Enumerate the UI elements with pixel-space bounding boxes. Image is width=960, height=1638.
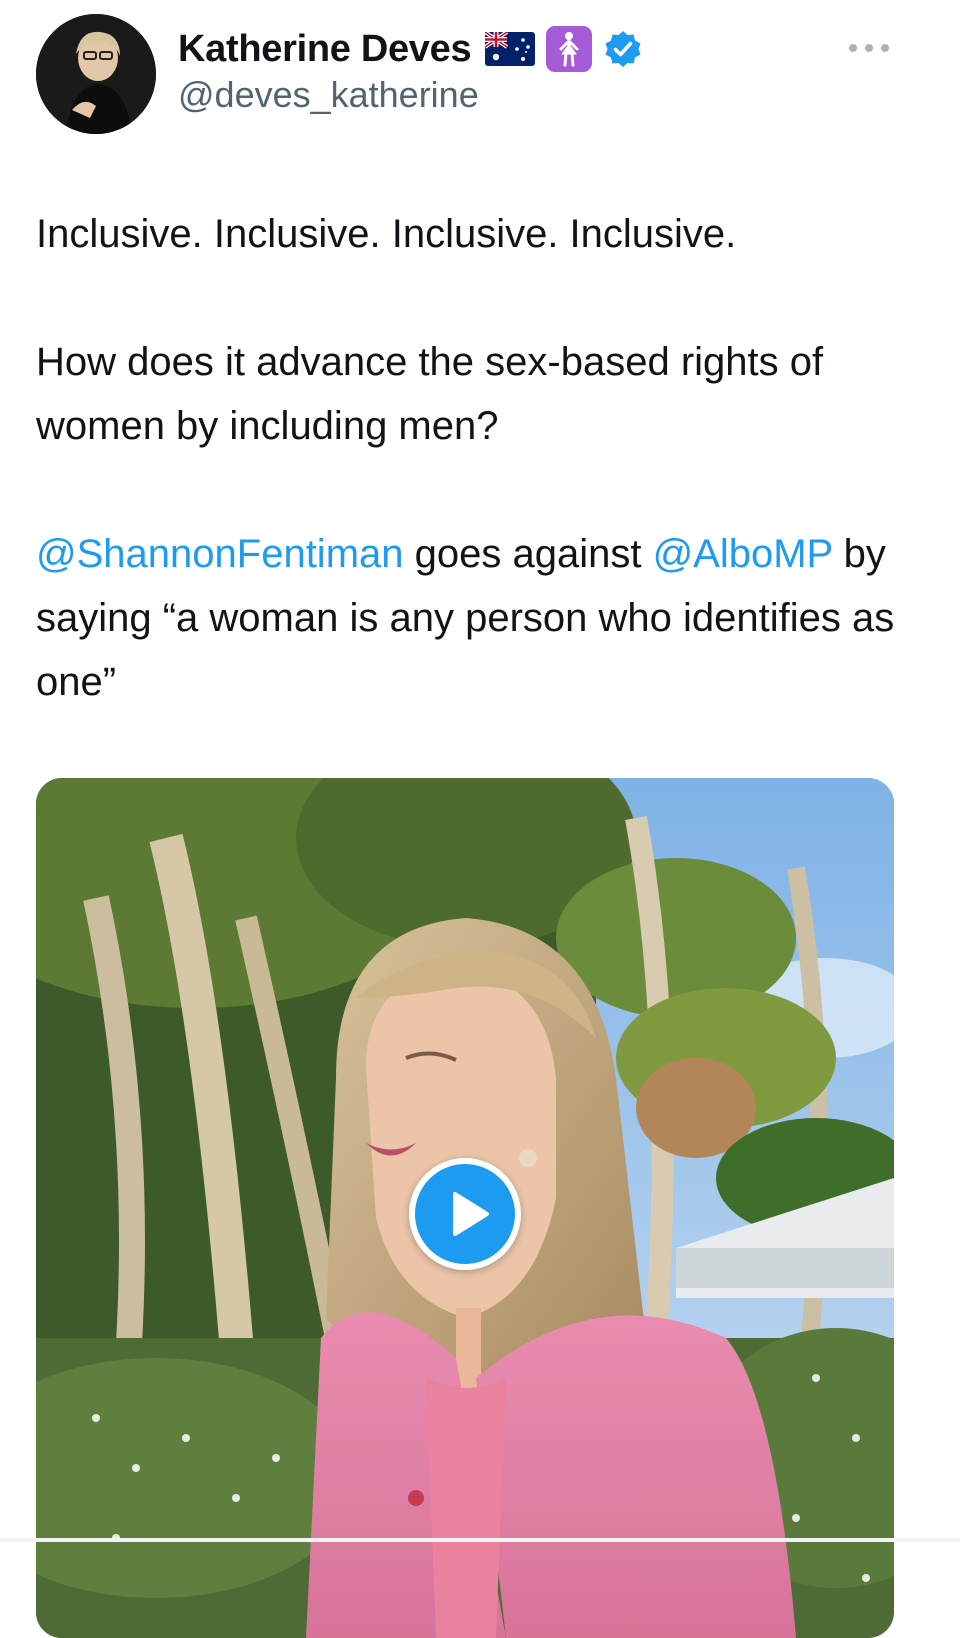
tweet-paragraph-2: How does it advance the sex-based rights… [36, 340, 824, 448]
mention-shannon-fentiman[interactable]: @ShannonFentiman [36, 532, 404, 576]
author-name-row: Katherine Deves [178, 24, 643, 74]
verified-icon[interactable] [603, 29, 643, 69]
more-options-icon[interactable] [844, 36, 894, 60]
tweet-text-fragment: goes against [403, 532, 653, 576]
play-button[interactable] [409, 1158, 521, 1270]
standing-woman-emoji-icon [546, 26, 593, 72]
avatar[interactable] [36, 14, 156, 134]
video-media[interactable] [36, 778, 894, 1638]
play-icon [453, 1192, 489, 1236]
tweet-paragraph-1: Inclusive. Inclusive. Inclusive. Inclusi… [36, 212, 737, 256]
avatar-image [36, 14, 156, 134]
tweet: Katherine Deves @deves_katherine Inclusi… [0, 0, 960, 1638]
tweet-text: Inclusive. Inclusive. Inclusive. Inclusi… [36, 202, 916, 714]
mention-albo-mp[interactable]: @AlboMP [653, 532, 833, 576]
australia-flag-icon [485, 32, 536, 66]
author-handle[interactable]: @deves_katherine [178, 74, 479, 116]
divider [0, 1538, 960, 1542]
display-name[interactable]: Katherine Deves [178, 28, 472, 71]
tweet-paragraph-3: @ShannonFentiman goes against @AlboMP by… [36, 522, 916, 714]
